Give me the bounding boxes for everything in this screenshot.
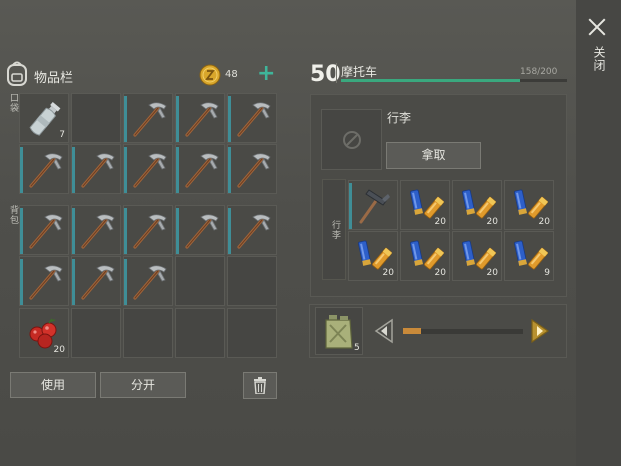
pickaxe-icon [23,148,67,192]
slot-shotgun-shells[interactable]: 20 [400,231,450,281]
close-label[interactable]: 关闭 [588,46,606,72]
arrow-left-icon [374,318,393,344]
pickaxe-icon [179,97,223,141]
pickaxe-icon [179,209,223,253]
slot-shotgun-shells[interactable]: 20 [504,180,554,230]
vehicle-capacity: 158/200 [520,67,558,77]
pickaxe-icon [179,148,223,192]
pickaxe-icon [231,148,275,192]
slot-pickaxe[interactable] [123,256,173,306]
hammer-icon [352,184,396,228]
backpack-icon [5,60,29,88]
trash-button[interactable] [243,372,277,399]
add-coins-button[interactable]: + [257,63,275,85]
item-count: 20 [486,217,498,227]
slot-shotgun-shells[interactable]: 9 [504,231,554,281]
slot-pickaxe[interactable] [123,144,173,194]
pickaxe-icon [127,97,171,141]
slot-pickaxe[interactable] [123,205,173,255]
slot-shotgun-shells[interactable]: 20 [400,180,450,230]
slot-shotgun-shells[interactable]: 20 [452,231,502,281]
slot-fuel-canister[interactable]: 5 [315,307,363,355]
slot-empty[interactable] [71,93,121,143]
slot-empty[interactable] [227,256,277,306]
cargo-placeholder [321,109,382,170]
arrow-left-button[interactable] [372,318,396,344]
pickaxe-icon [127,148,171,192]
slot-pickaxe[interactable] [19,256,69,306]
capacity-bar-fill [341,79,520,82]
vehicle-name: 摩托车 [341,65,378,79]
pickaxe-icon [75,209,119,253]
take-button[interactable]: 拿取 [386,142,481,169]
slot-pickaxe[interactable] [175,93,225,143]
slot-berries[interactable]: 20 [19,308,69,358]
slot-pickaxe[interactable] [227,205,277,255]
item-count: 5 [354,343,360,353]
slot-water-bottle[interactable]: 7 [19,93,69,143]
slot-pickaxe[interactable] [175,205,225,255]
slot-pickaxe[interactable] [19,144,69,194]
fuel-slider-fill [403,328,421,334]
coin-icon [199,64,221,86]
slot-pickaxe[interactable] [175,144,225,194]
slot-pickaxe[interactable] [71,256,121,306]
slot-pickaxe[interactable] [227,144,277,194]
pickaxe-icon [23,260,67,304]
pickaxe-icon [127,209,171,253]
divider [336,63,337,83]
cargo-title: 行李 [387,111,412,125]
slot-empty[interactable] [123,308,173,358]
item-count: 20 [538,217,550,227]
pickaxe-icon [75,148,119,192]
pickaxe-icon [127,260,171,304]
trash-icon [254,377,266,395]
item-count: 9 [544,268,550,278]
item-count: 7 [59,130,65,140]
inventory-title: 物品栏 [34,71,74,86]
slot-pickaxe[interactable] [227,93,277,143]
fuel-slider-track[interactable] [403,329,523,334]
arrow-right-icon [531,318,550,344]
item-count: 20 [486,268,498,278]
pickaxe-icon [75,260,119,304]
item-count: 20 [382,268,394,278]
slot-pickaxe[interactable] [71,205,121,255]
use-button[interactable]: 使用 [10,372,96,398]
pickaxe-icon [231,209,275,253]
split-button[interactable]: 分开 [100,372,186,398]
slot-hammer[interactable] [348,180,398,230]
cargo-section-label: 行李 [330,220,340,240]
arrow-right-button[interactable] [528,318,552,344]
close-icon[interactable] [586,16,608,38]
slot-empty[interactable] [175,256,225,306]
slot-empty[interactable] [175,308,225,358]
item-count: 20 [434,217,446,227]
coin-count: 48 [225,69,238,80]
slot-empty[interactable] [227,308,277,358]
no-entry-icon [343,131,361,149]
item-count: 20 [434,268,446,278]
slot-pickaxe[interactable] [19,205,69,255]
slot-shotgun-shells[interactable]: 20 [348,231,398,281]
slot-pickaxe[interactable] [123,93,173,143]
pickaxe-icon [231,97,275,141]
slot-shotgun-shells[interactable]: 20 [452,180,502,230]
slot-empty[interactable] [71,308,121,358]
slot-pickaxe[interactable] [71,144,121,194]
pickaxe-icon [23,209,67,253]
item-count: 20 [53,345,65,355]
